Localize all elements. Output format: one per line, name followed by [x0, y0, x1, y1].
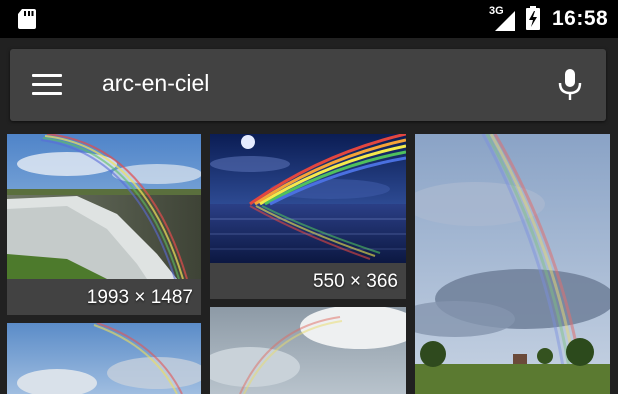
waterfall-rainbow-photo — [7, 134, 201, 279]
image-dimensions-label: 1993 × 1487 — [86, 287, 193, 308]
hamburger-menu-icon[interactable] — [32, 74, 62, 96]
image-result-1[interactable]: 1993 × 1487 — [7, 134, 201, 315]
image-result-5[interactable] — [210, 307, 406, 394]
image-result-4[interactable] — [7, 323, 201, 394]
microphone-icon[interactable] — [558, 67, 582, 103]
sky-rainbow-photo — [7, 323, 201, 394]
landscape-rainbow-photo — [415, 134, 610, 394]
cloudy-rainbow-photo — [210, 307, 406, 394]
battery-charging-icon — [526, 6, 540, 30]
signal-strength-icon — [495, 11, 515, 31]
sea-rainbow-photo — [210, 134, 406, 264]
clock: 16:58 — [552, 7, 609, 30]
image-result-2[interactable]: 550 × 366 — [210, 134, 406, 299]
sd-card-icon — [18, 9, 36, 29]
search-bar[interactable]: arc-en-ciel — [10, 49, 606, 121]
image-dimensions-label: 550 × 366 — [312, 271, 398, 292]
image-result-3[interactable] — [415, 134, 610, 394]
status-bar: 3G 16:58 — [0, 0, 618, 38]
search-query[interactable]: arc-en-ciel — [102, 70, 209, 97]
